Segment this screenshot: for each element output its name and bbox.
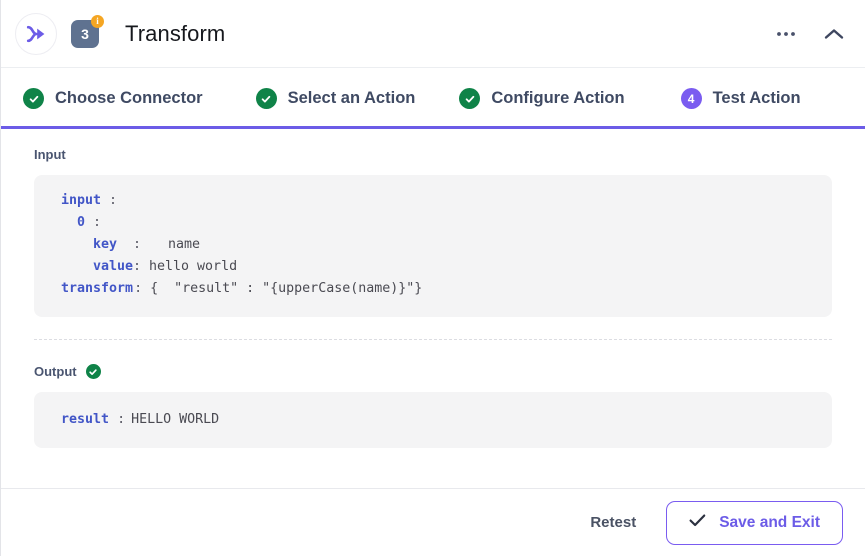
transform-colon: :	[134, 281, 143, 296]
step-select-an-action[interactable]: Select an Action	[255, 88, 416, 109]
transform-value: { "result" : "{upperCase(name)}"}	[150, 281, 423, 296]
input-colon: :	[109, 193, 118, 208]
index-colon: :	[93, 215, 102, 230]
transform-key: transform	[61, 281, 134, 296]
panel-header: 3 i Transform	[1, 0, 865, 68]
active-step-accent-bar	[1, 126, 865, 129]
save-and-exit-label: Save and Exit	[719, 513, 820, 531]
section-divider	[34, 339, 832, 340]
output-code-block: result : HELLO WORLD	[34, 392, 832, 448]
key-value: name	[168, 237, 201, 252]
panel-footer: Retest Save and Exit	[1, 488, 865, 556]
info-badge-icon: i	[91, 14, 104, 28]
header-actions	[773, 21, 847, 47]
transform-arrow-icon	[15, 12, 57, 55]
check-icon	[255, 88, 277, 109]
step-choose-connector[interactable]: Choose Connector	[23, 88, 203, 109]
save-and-exit-button[interactable]: Save and Exit	[666, 500, 843, 545]
step-label: Configure Action	[491, 89, 625, 107]
result-colon: :	[117, 412, 126, 427]
panel-content: Input input : 0 : key: name value: hello w…	[1, 129, 865, 488]
input-label-text: Input	[34, 147, 66, 162]
value-colon: :	[133, 259, 142, 274]
step-label: Test Action	[712, 89, 801, 107]
input-key: input	[61, 193, 102, 208]
output-section-label: Output	[34, 364, 832, 379]
transform-step-panel: 3 i Transform Choose Connector Select an…	[0, 0, 865, 556]
step-number-marker: 4	[680, 88, 702, 109]
value-key: value	[93, 259, 134, 274]
input-code-block: input : 0 : key: name value: hello world t…	[34, 175, 832, 317]
retest-button[interactable]: Retest	[584, 506, 642, 539]
index-key: 0	[77, 215, 86, 230]
check-icon	[23, 88, 44, 109]
step-test-action[interactable]: 4 Test Action	[680, 88, 801, 109]
key-key: key	[93, 237, 118, 252]
step-configure-action[interactable]: Configure Action	[459, 88, 625, 109]
step-label: Choose Connector	[55, 89, 203, 107]
check-icon	[85, 364, 101, 379]
check-icon	[459, 88, 481, 109]
ellipsis-icon[interactable]	[773, 21, 799, 47]
result-value: HELLO WORLD	[131, 412, 220, 427]
step-number-badge: 3 i	[71, 14, 104, 48]
check-mark-icon	[689, 514, 706, 531]
page-title: Transform	[125, 20, 226, 46]
value-value: hello world	[149, 259, 238, 274]
wizard-stepper: Choose Connector Select an Action Config…	[1, 68, 865, 129]
input-section-label: Input	[34, 147, 832, 162]
chevron-up-icon[interactable]	[821, 21, 847, 47]
output-label-text: Output	[34, 364, 77, 379]
step-label: Select an Action	[287, 89, 416, 107]
key-colon: :	[133, 237, 142, 252]
result-key: result	[61, 412, 110, 427]
